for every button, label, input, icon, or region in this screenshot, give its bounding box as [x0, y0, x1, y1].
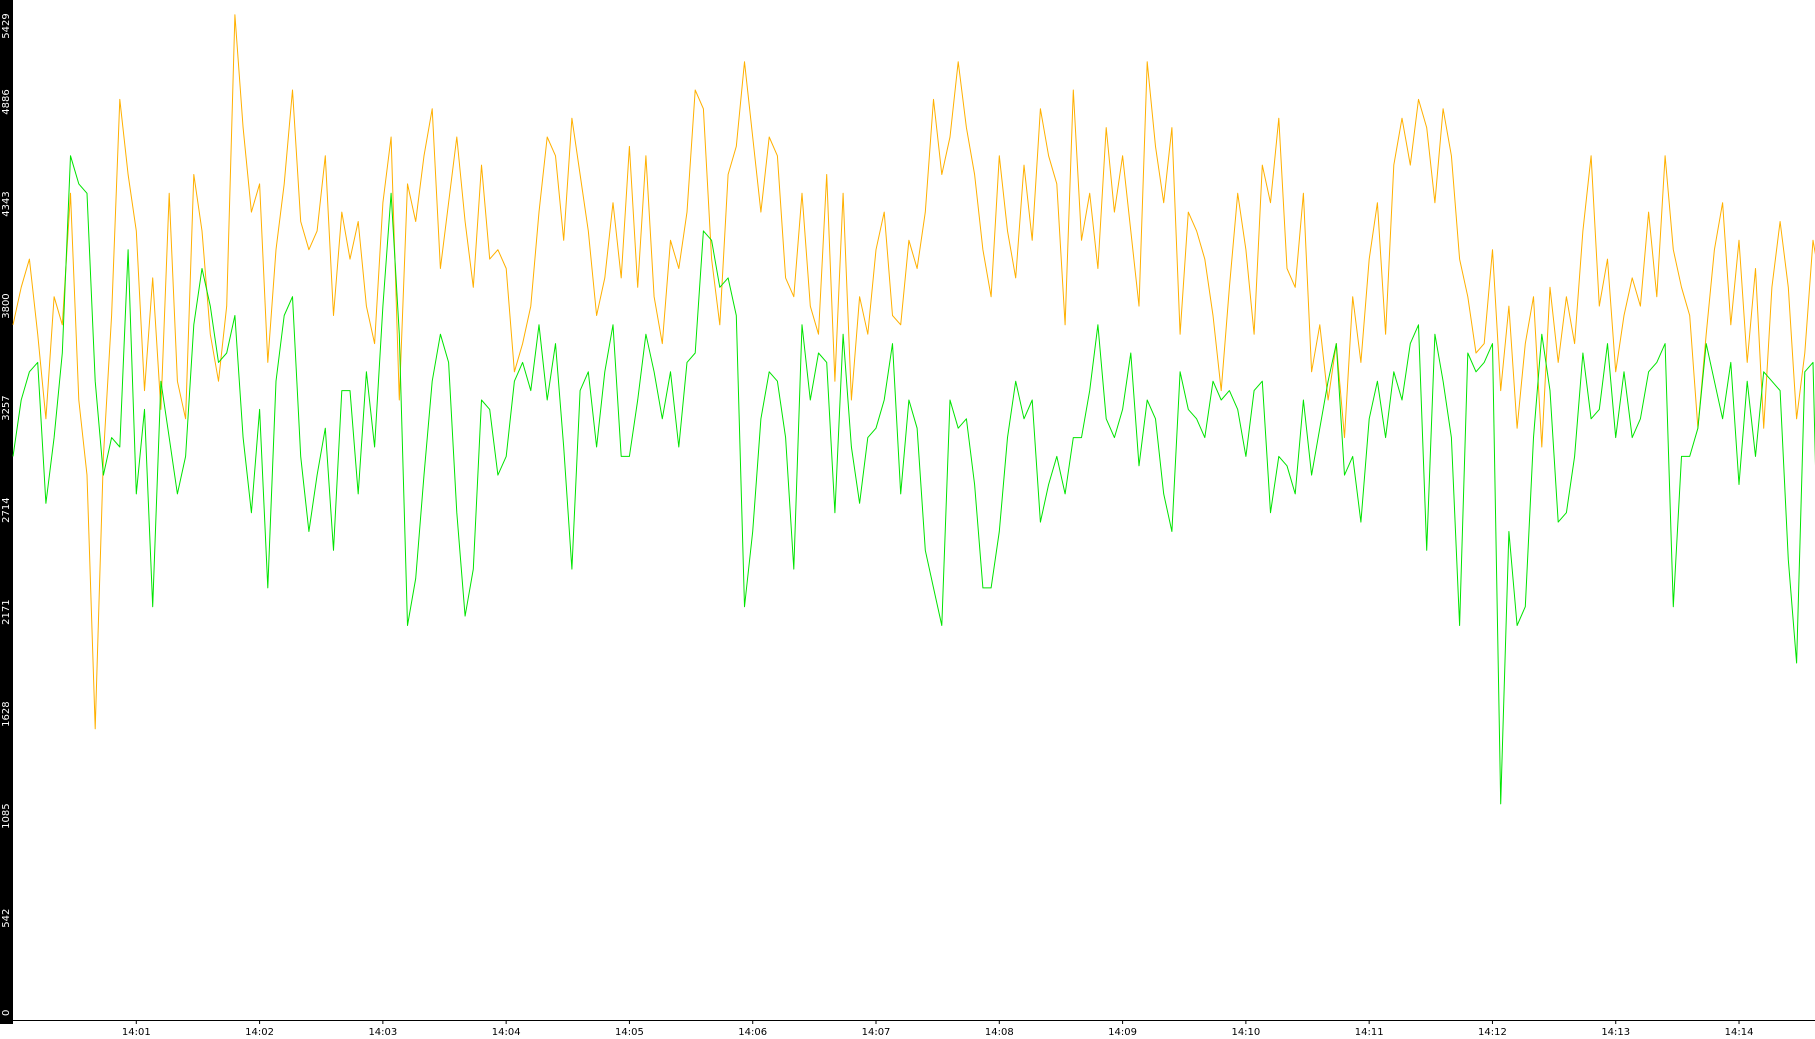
x-tick-label: 14:10	[1231, 1027, 1260, 1038]
x-tick-label: 14:01	[122, 1027, 151, 1038]
y-tick-label: 4343	[1, 191, 12, 216]
x-axis-ticks: 14:01 14:02 14:03 14:04 14:05 14:06 14:07 14:08…	[122, 1020, 1754, 1038]
x-tick-label: 14:08	[985, 1027, 1014, 1038]
x-tick-label: 14:13	[1601, 1027, 1630, 1038]
y-tick-label: 5429	[1, 13, 12, 38]
x-tick-label: 14:14	[1725, 1027, 1754, 1038]
y-tick-label: 2171	[1, 599, 12, 624]
x-tick-label: 14:07	[862, 1027, 891, 1038]
x-tick-label: 14:11	[1355, 1027, 1384, 1038]
y-tick-label: 3800	[1, 293, 12, 318]
y-tick-label: 4886	[1, 89, 12, 114]
y-tick-label: 1085	[1, 803, 12, 828]
x-tick-label: 14:02	[245, 1027, 274, 1038]
y-tick-label: 3257	[1, 395, 12, 420]
y-tick-label: 0	[1, 1010, 12, 1016]
y-tick-label: 542	[1, 909, 12, 928]
x-tick-label: 14:09	[1108, 1027, 1137, 1038]
y-tick-label: 1628	[1, 701, 12, 726]
chart-svg: 0 542 1085 1628 2171 2714 3257 3800 4343 4886 5429…	[0, 0, 1815, 1038]
x-tick-label: 14:12	[1478, 1027, 1507, 1038]
y-tick-label: 2714	[1, 497, 12, 522]
x-tick-label: 14:06	[738, 1027, 767, 1038]
x-tick-label: 14:03	[368, 1027, 397, 1038]
x-tick-label: 14:05	[615, 1027, 644, 1038]
x-tick-label: 14:04	[492, 1027, 521, 1038]
plot-area	[13, 0, 1815, 1020]
line-chart: 0 542 1085 1628 2171 2714 3257 3800 4343 4886 5429…	[0, 0, 1815, 1039]
